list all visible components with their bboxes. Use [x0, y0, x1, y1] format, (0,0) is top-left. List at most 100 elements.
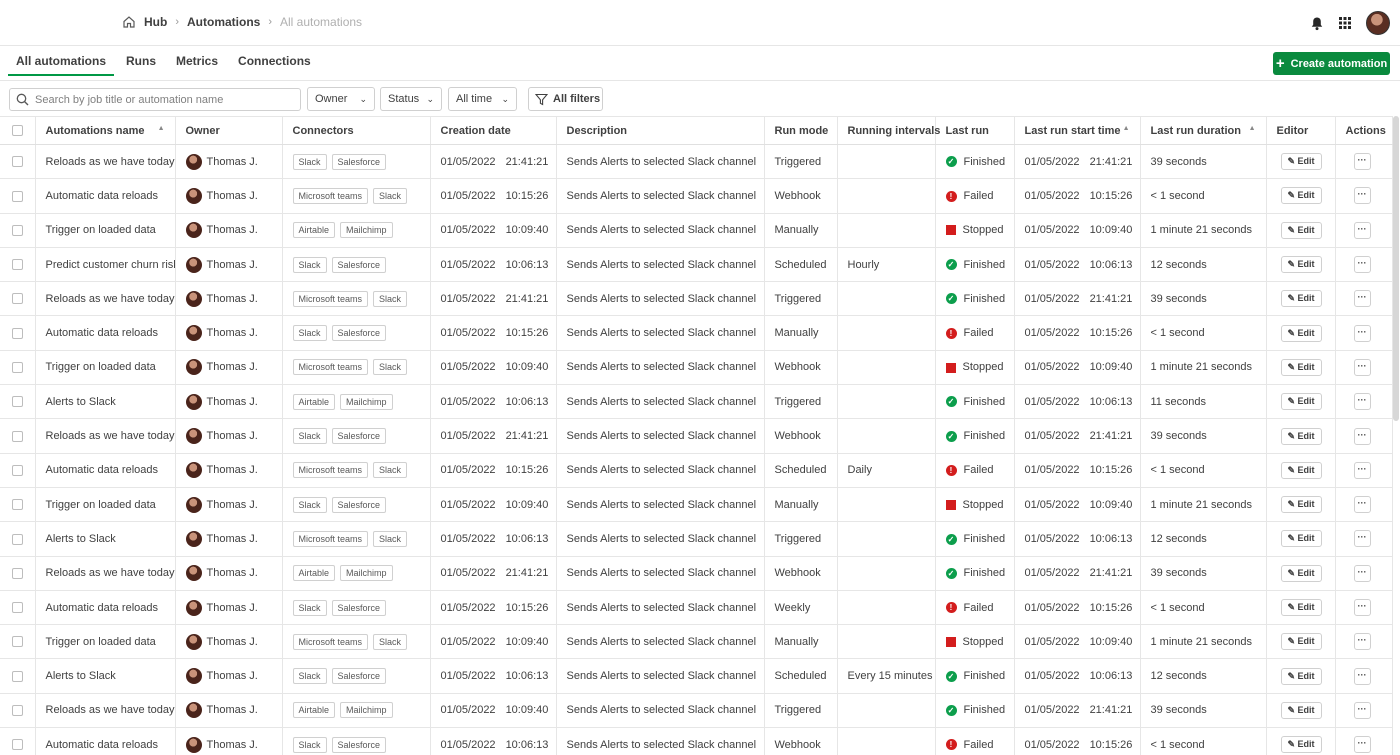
edit-button[interactable]: ✎ Edit	[1280, 564, 1322, 582]
edit-button[interactable]: ✎ Edit	[1280, 496, 1322, 514]
more-actions-button[interactable]: ···	[1353, 633, 1371, 651]
select-all-checkbox[interactable]	[11, 125, 23, 137]
tab-metrics[interactable]: Metrics	[168, 46, 226, 76]
row-checkbox[interactable]	[11, 533, 23, 545]
edit-button[interactable]: ✎ Edit	[1280, 633, 1322, 651]
vertical-scrollbar[interactable]	[1393, 116, 1399, 421]
owner-dropdown[interactable]: Owner ⌄	[307, 87, 375, 111]
table-row[interactable]: Trigger on loaded data Thomas J. Slack Sale…	[0, 487, 1393, 523]
more-actions-button[interactable]: ···	[1353, 290, 1371, 308]
automation-name[interactable]: Reloads as we have today	[35, 556, 176, 591]
edit-button[interactable]: ✎ Edit	[1280, 290, 1322, 308]
row-checkbox[interactable]	[11, 156, 23, 168]
more-actions-button[interactable]: ···	[1353, 153, 1371, 171]
automation-name[interactable]: Automatic data reloads	[35, 178, 176, 214]
more-actions-button[interactable]: ···	[1353, 530, 1371, 548]
time-dropdown[interactable]: All time ⌄	[448, 87, 517, 111]
bell-icon[interactable]	[1310, 16, 1324, 31]
more-actions-button[interactable]: ···	[1353, 324, 1371, 342]
automation-name[interactable]: Trigger on loaded data	[35, 213, 176, 248]
more-actions-button[interactable]: ···	[1353, 358, 1371, 376]
table-row[interactable]: Reloads as we have today Thomas J. Slack Sa…	[0, 144, 1393, 180]
more-actions-button[interactable]: ···	[1353, 564, 1371, 582]
edit-button[interactable]: ✎ Edit	[1280, 393, 1322, 411]
all-filters-button[interactable]: All filters	[528, 87, 603, 111]
table-row[interactable]: Alerts to Slack Thomas J. Slack Salesforce 0…	[0, 658, 1393, 694]
row-checkbox[interactable]	[11, 567, 23, 579]
edit-button[interactable]: ✎ Edit	[1280, 221, 1322, 239]
edit-button[interactable]: ✎ Edit	[1280, 324, 1322, 342]
column-header-name[interactable]: Automations name ▲	[35, 116, 176, 145]
more-actions-button[interactable]: ···	[1353, 256, 1371, 274]
automation-name[interactable]: Automatic data reloads	[35, 315, 176, 351]
table-row[interactable]: Automatic data reloads Thomas J. Slack Sale…	[0, 727, 1393, 755]
table-row[interactable]: Reloads as we have today Thomas J. Airtabl…	[0, 693, 1393, 729]
edit-button[interactable]: ✎ Edit	[1280, 667, 1322, 685]
row-checkbox[interactable]	[11, 190, 23, 202]
row-checkbox[interactable]	[11, 636, 23, 648]
table-row[interactable]: Trigger on loaded data Thomas J. Microsoft…	[0, 624, 1393, 660]
table-row[interactable]: Reloads as we have today Thomas J. Airtabl…	[0, 556, 1393, 591]
row-checkbox[interactable]	[11, 327, 23, 339]
automation-name[interactable]: Trigger on loaded data	[35, 624, 176, 660]
breadcrumb-hub[interactable]: Hub	[144, 15, 167, 29]
column-header-last-run-start-time[interactable]: Last run start time ▲	[1014, 116, 1141, 145]
more-actions-button[interactable]: ···	[1353, 667, 1371, 685]
tab-runs[interactable]: Runs	[118, 46, 164, 76]
automation-name[interactable]: Alerts to Slack	[35, 658, 176, 694]
more-actions-button[interactable]: ···	[1353, 736, 1371, 754]
row-checkbox[interactable]	[11, 259, 23, 271]
edit-button[interactable]: ✎ Edit	[1280, 187, 1322, 205]
home-icon[interactable]	[122, 15, 136, 29]
more-actions-button[interactable]: ···	[1353, 496, 1371, 514]
column-header-last-run-duration[interactable]: Last run duration ▲	[1140, 116, 1267, 145]
row-checkbox[interactable]	[11, 499, 23, 511]
row-checkbox[interactable]	[11, 464, 23, 476]
edit-button[interactable]: ✎ Edit	[1280, 427, 1322, 445]
table-row[interactable]: Trigger on loaded data Thomas J. Microsoft…	[0, 350, 1393, 386]
table-row[interactable]: Automatic data reloads Thomas J. Slack Sale…	[0, 590, 1393, 626]
automation-name[interactable]: Automatic data reloads	[35, 453, 176, 488]
row-checkbox[interactable]	[11, 224, 23, 236]
row-checkbox[interactable]	[11, 396, 23, 408]
row-checkbox[interactable]	[11, 670, 23, 682]
more-actions-button[interactable]: ···	[1353, 221, 1371, 239]
create-automation-button[interactable]: + Create automation	[1273, 52, 1390, 75]
table-row[interactable]: Predict customer churn risk Thomas J. Slac…	[0, 247, 1393, 283]
edit-button[interactable]: ✎ Edit	[1280, 153, 1322, 171]
user-avatar[interactable]	[1366, 11, 1390, 35]
sort-icon[interactable]: ▲	[1123, 125, 1130, 132]
status-dropdown[interactable]: Status ⌄	[380, 87, 442, 111]
table-row[interactable]: Trigger on loaded data Thomas J. Airtable M…	[0, 213, 1393, 248]
sort-icon[interactable]: ▲	[158, 125, 165, 132]
table-row[interactable]: Automatic data reloads Thomas J. Microsoft…	[0, 453, 1393, 488]
automation-name[interactable]: Reloads as we have today	[35, 418, 176, 454]
table-row[interactable]: Reloads as we have today Thomas J. Slack Sa…	[0, 418, 1393, 454]
table-row[interactable]: Alerts to Slack Thomas J. Microsoft teams S…	[0, 521, 1393, 557]
automation-name[interactable]: Alerts to Slack	[35, 384, 176, 420]
edit-button[interactable]: ✎ Edit	[1280, 461, 1322, 479]
automation-name[interactable]: Predict customer churn risk	[35, 247, 176, 283]
sort-icon[interactable]: ▲	[1249, 125, 1256, 132]
row-checkbox[interactable]	[11, 704, 23, 716]
row-checkbox[interactable]	[11, 739, 23, 751]
more-actions-button[interactable]: ···	[1353, 461, 1371, 479]
row-checkbox[interactable]	[11, 602, 23, 614]
automation-name[interactable]: Alerts to Slack	[35, 521, 176, 557]
automation-name[interactable]: Automatic data reloads	[35, 590, 176, 626]
apps-grid-icon[interactable]	[1338, 16, 1352, 30]
row-checkbox[interactable]	[11, 293, 23, 305]
edit-button[interactable]: ✎ Edit	[1280, 358, 1322, 376]
automation-name[interactable]: Reloads as we have today	[35, 281, 176, 317]
search-input[interactable]	[35, 93, 285, 106]
breadcrumb-automations[interactable]: Automations	[187, 15, 260, 29]
automation-name[interactable]: Reloads as we have today	[35, 144, 176, 180]
edit-button[interactable]: ✎ Edit	[1280, 530, 1322, 548]
edit-button[interactable]: ✎ Edit	[1280, 701, 1322, 719]
tab-connections[interactable]: Connections	[230, 46, 319, 76]
automation-name[interactable]: Reloads as we have today	[35, 693, 176, 729]
tab-all-automations[interactable]: All automations	[8, 46, 115, 76]
edit-button[interactable]: ✎ Edit	[1280, 256, 1322, 274]
more-actions-button[interactable]: ···	[1353, 701, 1371, 719]
row-checkbox[interactable]	[11, 362, 23, 374]
